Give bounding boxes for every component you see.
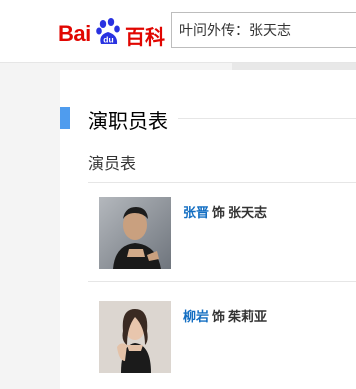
logo-text-baike: 百科 (125, 25, 165, 49)
main-content: 演职员表 演员表 张晋饰张天志 柳岩 饰 茱莉亚 (60, 70, 356, 389)
subtitle-divider (88, 182, 356, 183)
logo-text-bai: Bai (58, 21, 91, 46)
as-label: 饰 (212, 206, 226, 221)
actor-portrait-image (99, 197, 171, 269)
actor-name-link[interactable]: 张晋 (183, 206, 209, 221)
actor-portrait-image (99, 301, 171, 373)
search-input[interactable] (179, 20, 354, 40)
section-accent-bar (60, 107, 70, 129)
actor-photo[interactable] (99, 197, 171, 269)
section-divider (178, 118, 356, 119)
item-divider (88, 281, 356, 282)
cast-text: 柳岩饰茱莉亚 (183, 306, 267, 325)
role-name: 张天志 (228, 206, 268, 221)
actor-photo[interactable] (99, 301, 171, 373)
role-name: 茱莉亚 (228, 310, 268, 325)
nav-subbar (232, 63, 356, 70)
cast-subtitle: 演员表 (88, 154, 137, 173)
actor-name-link[interactable]: 柳岩 (183, 310, 209, 325)
baidu-baike-logo[interactable]: Bai du 百科 (56, 12, 168, 52)
logo-text-du: du (103, 35, 113, 45)
search-box[interactable] (171, 12, 356, 48)
section-title: 演职员表 (88, 109, 168, 133)
cast-text: 张晋饰张天志 (183, 202, 267, 221)
as-label: 饰 (212, 310, 226, 325)
paw-logo-icon: du (96, 18, 120, 45)
site-header: Bai du 百科 (0, 0, 356, 63)
